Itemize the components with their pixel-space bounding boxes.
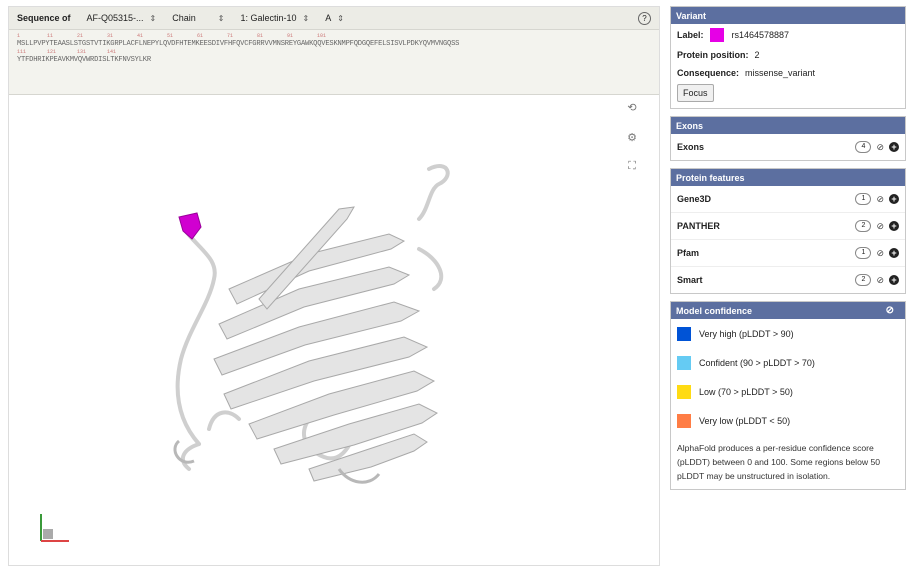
- sequence-toolbar: Sequence of AF-Q05315-... ⇕ Chain ⇕ 1: Gal…: [9, 7, 659, 30]
- variant-consequence-value: missense_variant: [745, 68, 816, 78]
- 3d-canvas[interactable]: ⟲ ⚙ ⛶: [9, 89, 659, 565]
- chain-id-select[interactable]: A ⇕: [325, 13, 344, 23]
- add-icon[interactable]: +: [889, 142, 899, 152]
- confidence-very-low: Very low (pLDDT < 50): [671, 406, 905, 435]
- hide-icon[interactable]: ⊘: [876, 248, 884, 259]
- count-badge: 2: [855, 220, 872, 232]
- model-confidence-panel: Model confidence ⊘ Very high (pLDDT > 90…: [670, 301, 906, 490]
- hide-icon[interactable]: ⊘: [876, 275, 884, 286]
- help-icon[interactable]: ?: [638, 11, 651, 25]
- focus-button[interactable]: Focus: [677, 84, 714, 102]
- structure-viewer: Sequence of AF-Q05315-... ⇕ Chain ⇕ 1: Gal…: [8, 6, 660, 566]
- count-badge: 2: [855, 274, 872, 286]
- count-badge: 4: [855, 141, 872, 153]
- add-icon[interactable]: +: [889, 194, 899, 204]
- exons-header: Exons: [671, 117, 905, 134]
- confidence-very-high: Very high (pLDDT > 90): [671, 319, 905, 348]
- feature-row-smart: Smart 2 ⊘ +: [671, 266, 905, 293]
- feature-row-panther: PANTHER 2 ⊘ +: [671, 212, 905, 239]
- add-icon[interactable]: +: [889, 221, 899, 231]
- hide-icon[interactable]: ⊘: [876, 142, 884, 153]
- variant-position-value: 2: [754, 50, 760, 60]
- model-select[interactable]: AF-Q05315-... ⇕: [87, 13, 157, 23]
- count-badge: 1: [855, 193, 872, 205]
- feature-row-pfam: Pfam 1 ⊘ +: [671, 239, 905, 266]
- sequence-of-label: Sequence of: [17, 13, 71, 23]
- chevron-down-icon: ⇕: [149, 13, 157, 23]
- protein-features-header: Protein features: [671, 169, 905, 186]
- variant-highlight: [178, 212, 202, 240]
- confidence-swatch: [677, 413, 691, 428]
- confidence-note: AlphaFold produces a per-residue confide…: [677, 443, 881, 481]
- variant-label-row: Label: rs1464578887: [677, 28, 790, 42]
- variant-panel: Variant Label: rs1464578887 Protein posi…: [670, 6, 906, 109]
- entity-select[interactable]: 1: Galectin-10 ⇕: [240, 13, 309, 23]
- sequence-panel[interactable]: 1 11 21 31 41 51 61 71 81 91 101 MSLLPVP…: [9, 30, 659, 95]
- sequence-numbers: 1 11 21 31 41 51 61 71 81 91 101: [17, 33, 327, 39]
- confidence-low: Low (70 > pLDDT > 50): [671, 377, 905, 406]
- variant-consequence-row: Consequence: missense_variant: [677, 68, 816, 78]
- feature-row-gene3d: Gene3D 1 ⊘ +: [671, 186, 905, 212]
- confidence-swatch: [677, 326, 691, 341]
- add-icon[interactable]: +: [889, 275, 899, 285]
- confidence-swatch: [677, 355, 691, 370]
- confidence-confident: Confident (90 > pLDDT > 70): [671, 348, 905, 377]
- hide-icon[interactable]: ⊘: [886, 305, 894, 316]
- hide-icon[interactable]: ⊘: [876, 221, 884, 232]
- sequence-line[interactable]: YTFDHRIKPEAVKMVQVWRDISLTKFNVSYLKR: [17, 56, 651, 65]
- hide-icon[interactable]: ⊘: [876, 194, 884, 205]
- add-icon[interactable]: +: [889, 248, 899, 258]
- variant-color-swatch: [709, 28, 724, 42]
- exons-row: Exons 4 ⊘ +: [671, 134, 905, 160]
- chain-select[interactable]: Chain ⇕: [172, 13, 224, 23]
- variant-header: Variant: [671, 7, 905, 24]
- axes-icon: [40, 514, 69, 542]
- sidebar: Variant Label: rs1464578887 Protein posi…: [670, 6, 906, 497]
- protein-features-panel: Protein features Gene3D 1 ⊘ + PANTHER 2 ⊘ + …: [670, 168, 906, 294]
- confidence-swatch: [677, 384, 691, 399]
- variant-position-row: Protein position: 2: [677, 50, 760, 60]
- sequence-line[interactable]: MSLLPVPYTEAASLSTGSTVTIKGRPLACFLNEPYLQVDF…: [17, 40, 651, 49]
- variant-label-value: rs1464578887: [731, 30, 790, 40]
- model-confidence-header: Model confidence ⊘: [671, 302, 905, 319]
- exons-panel: Exons Exons 4 ⊘ +: [670, 116, 906, 161]
- chevron-down-icon: ⇕: [217, 13, 225, 23]
- chevron-down-icon: ⇕: [337, 13, 344, 23]
- count-badge: 1: [855, 247, 872, 259]
- chevron-down-icon: ⇕: [302, 13, 310, 23]
- sequence-numbers: 111 121 131 141: [17, 49, 117, 55]
- protein-cartoon[interactable]: [9, 89, 659, 565]
